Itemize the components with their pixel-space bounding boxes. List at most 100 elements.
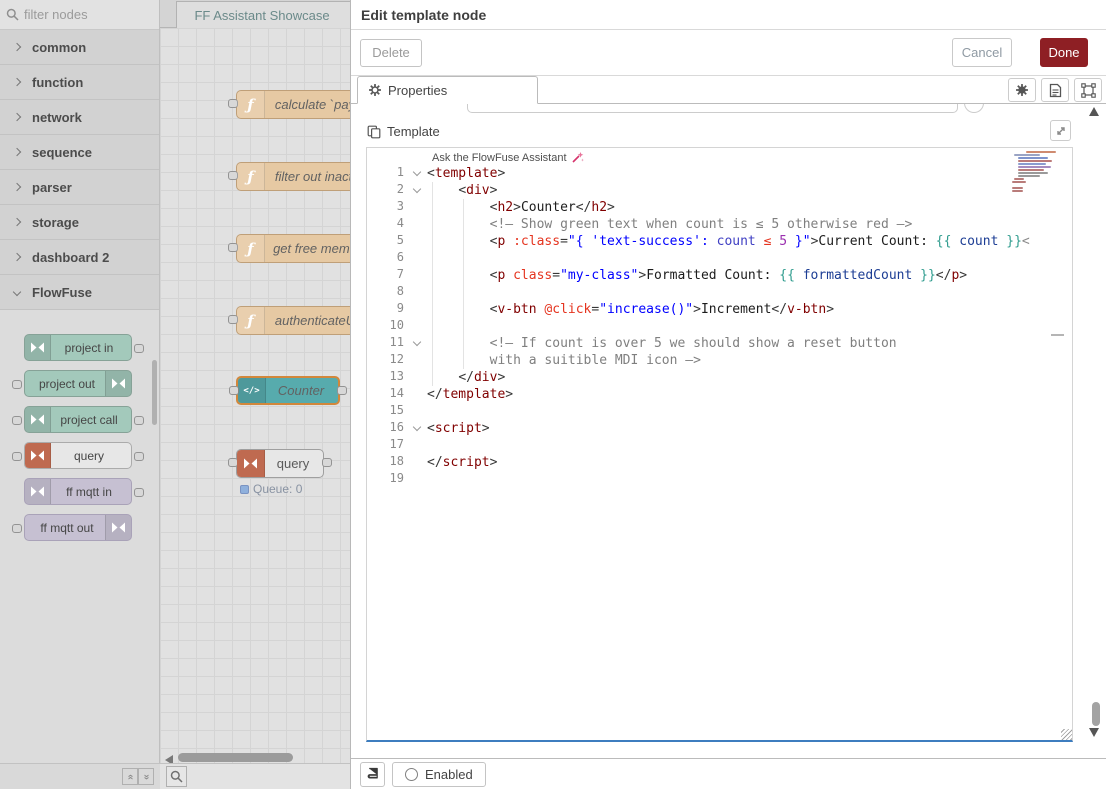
palette-category-network[interactable]: network [0,100,159,135]
name-field-partial[interactable] [467,104,958,113]
code-text[interactable]: </script> [427,454,497,471]
code-text[interactable]: <!— If count is over 5 we should show a … [427,335,897,352]
code-text[interactable]: </div> [427,369,505,386]
palette-node-project-in[interactable]: project in [24,334,132,361]
minimap-line [1012,190,1023,192]
palette-category-parser[interactable]: parser [0,170,159,205]
editor-line: 12 with a suitible MDI icon —> [367,352,1072,369]
code-text[interactable]: <template> [427,165,505,182]
node-enabled-toggle[interactable]: Enabled [392,762,486,787]
palette-node-ff-mqtt-in[interactable]: ff mqtt in [24,478,132,505]
chevron-down-icon [13,288,21,296]
editor-expand-button[interactable] [1050,120,1071,141]
flowfuse-icon [105,371,131,396]
line-number: 2 [367,182,411,199]
code-text[interactable]: <!— Show green text when count is ≤ 5 ot… [427,216,912,233]
toggle-circle-icon [405,768,418,781]
code-text[interactable]: <script> [427,420,490,437]
canvas-search-button[interactable] [166,766,187,787]
dialog-scrollbar-thumb[interactable] [1092,702,1100,726]
fold-toggle[interactable] [411,335,427,352]
code-text[interactable]: </template> [427,386,513,403]
dialog-title: Edit template node [361,7,486,23]
node-port [12,416,22,425]
node-port[interactable] [322,458,332,467]
node-description-button[interactable] [1041,78,1069,102]
name-field-button-partial[interactable] [964,104,984,113]
flow-node-counter[interactable]: </>Counter [236,376,340,405]
palette-node-query[interactable]: query [24,442,132,469]
scroll-up-arrow-icon[interactable] [1089,107,1099,116]
palette-node-project-call[interactable]: project call [24,406,132,433]
node-help-button[interactable] [360,762,385,787]
double-chevron-up-icon: « [123,774,137,780]
editor-line: 18</script> [367,454,1072,471]
node-appearance-button[interactable] [1074,78,1102,102]
dialog-toolbar: Delete Cancel Done [351,30,1106,76]
code-text[interactable]: <h2>Counter</h2> [427,199,615,216]
node-port[interactable] [337,386,347,395]
palette-node-ff-mqtt-out[interactable]: ff mqtt out [24,514,132,541]
editor-line: 10 [367,318,1072,335]
flow-canvas-grid[interactable]: ƒcalculate `pay ƒfilter out inacti ƒget fr… [160,28,350,763]
palette-flowfuse-nodes: project in project out project call query ff… [0,310,159,568]
code-text[interactable]: <p class="my-class">Formatted Count: {{ … [427,267,967,284]
fold-toggle[interactable] [411,182,427,199]
cancel-button[interactable]: Cancel [952,38,1012,67]
palette-category-sequence[interactable]: sequence [0,135,159,170]
line-number: 7 [367,267,411,284]
fold-toggle[interactable] [411,165,427,182]
node-settings-button[interactable] [1008,78,1036,102]
canvas-horizontal-scrollbar[interactable] [178,753,293,762]
palette-expand-all-button[interactable]: » [138,768,154,785]
palette-category-common[interactable]: common [0,30,159,65]
delete-button[interactable]: Delete [360,39,422,67]
flowfuse-icon [25,335,51,360]
code-text[interactable]: <v-btn @click="increase()">Increment</v-… [427,301,834,318]
editor-minimap[interactable] [1012,151,1060,193]
minimap-line [1018,172,1048,174]
expand-icon [1055,125,1067,137]
palette-category-label: network [32,110,82,125]
assistant-placeholder[interactable]: Ask the FlowFuse Assistant [432,151,584,164]
palette-search[interactable] [0,0,159,30]
palette-category-storage[interactable]: storage [0,205,159,240]
flow-node-authenticateu[interactable]: ƒauthenticateU [236,306,350,335]
code-editor[interactable]: Ask the FlowFuse Assistant 1<template>2 … [366,147,1073,742]
palette-search-input[interactable] [24,7,134,22]
workspace-tab-ff-assistant-showcase[interactable]: FF Assistant Showcase [176,1,350,28]
palette-collapse-all-button[interactable]: « [122,768,138,785]
code-text[interactable]: with a suitible MDI icon —> [427,352,701,369]
line-number: 13 [367,369,411,386]
assistant-placeholder-text: Ask the FlowFuse Assistant [432,152,567,164]
node-port [134,416,144,425]
palette-node-project-out[interactable]: project out [24,370,132,397]
tab-properties[interactable]: Properties [357,76,538,104]
template-field-label: Template [387,124,440,139]
fold-gutter [411,267,427,284]
palette-category-flowfuse[interactable]: FlowFuse [0,275,159,310]
code-text[interactable]: <p :class="{ 'text-success': count ≤ 5 }… [427,233,1030,250]
template-icon: </> [238,378,266,403]
function-icon: ƒ [237,307,265,334]
minimap-line [1012,187,1023,189]
palette-scrollbar[interactable] [152,360,157,425]
editor-line: 17 [367,437,1072,454]
flow-node-calculate-pay[interactable]: ƒcalculate `pay [236,90,350,119]
flow-node-filter-out-inacti[interactable]: ƒfilter out inacti [236,162,350,191]
chevron-right-icon [13,43,21,51]
code-text[interactable]: <div> [427,182,497,199]
palette-category-function[interactable]: function [0,65,159,100]
line-number: 12 [367,352,411,369]
gear-icon [368,83,382,97]
chevron-right-icon [13,218,21,226]
scroll-down-arrow-icon[interactable] [1089,728,1099,737]
editor-line: 3 <h2>Counter</h2> [367,199,1072,216]
flowfuse-icon [25,407,51,432]
done-button[interactable]: Done [1040,38,1088,67]
flow-node-query[interactable]: query [236,449,324,478]
fold-toggle[interactable] [411,420,427,437]
flow-node-get-free-memo[interactable]: ƒget free memo [236,234,350,263]
palette-category-dashboard-2[interactable]: dashboard 2 [0,240,159,275]
editor-resize-grip[interactable] [1061,729,1072,740]
